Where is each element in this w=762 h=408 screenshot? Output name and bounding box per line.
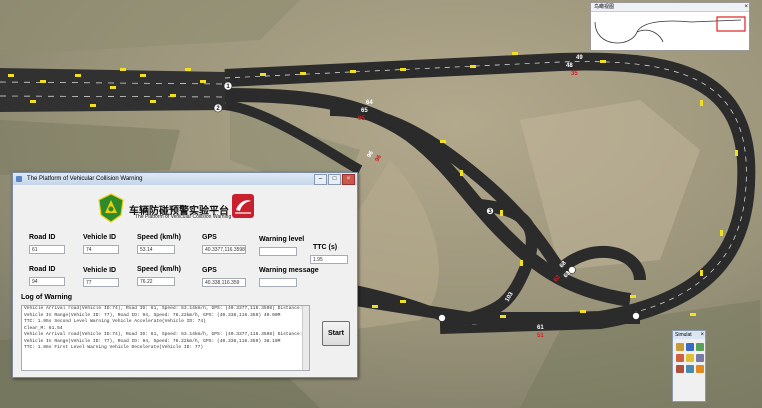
warning-level-field[interactable]: [259, 247, 297, 256]
road-label: 64: [366, 100, 373, 106]
speed-label-2: Speed (km/h): [137, 266, 181, 273]
road-label-red: 35: [571, 71, 578, 77]
collision-warning-dialog[interactable]: The Platform of Vehicular Collision Warn…: [12, 172, 358, 378]
gps-field-2[interactable]: 40.338,116.359: [202, 278, 246, 287]
ttc-field[interactable]: 1.95: [310, 255, 348, 264]
minimap-title: 鸟瞰视图: [594, 4, 615, 10]
road-id-label-2: Road ID: [29, 266, 56, 273]
dialog-title: The Platform of Vehicular Collision Warn…: [27, 176, 143, 182]
log-line: Vehicle Arrival road(Vehicle ID:74), Roa…: [24, 306, 310, 311]
warning-level-label: Warning level: [259, 236, 305, 243]
warning-message-field[interactable]: [259, 278, 297, 287]
gps-label-1: GPS: [202, 234, 217, 241]
speed-field-1[interactable]: 53.14: [137, 245, 175, 254]
road-label-red: 51: [537, 333, 544, 339]
minimap-window[interactable]: 鸟瞰视图 ×: [590, 2, 750, 51]
car-tool-icon[interactable]: [676, 343, 684, 351]
highway: [0, 68, 225, 112]
dialog-titlebar[interactable]: The Platform of Vehicular Collision Warn…: [13, 173, 357, 185]
minimap-viewport[interactable]: [716, 16, 746, 32]
speed-field-2[interactable]: 76.22: [137, 277, 175, 286]
gps-field-1[interactable]: 40.3377,116.3598: [202, 245, 246, 254]
camera-tool-icon[interactable]: [686, 365, 694, 373]
platform-title-en: The Platform of Vehicular Collision Warn…: [135, 214, 232, 220]
minimap-canvas[interactable]: [591, 12, 747, 50]
log-textbox[interactable]: Vehicle Arrival road(Vehicle ID:74), Roa…: [21, 305, 310, 371]
ttc-label: TTC (s): [313, 244, 338, 251]
minimap-close-button[interactable]: ×: [744, 3, 748, 11]
map-tool-icon[interactable]: [696, 354, 704, 362]
road-label-red: 95: [358, 116, 365, 122]
minimize-button[interactable]: –: [314, 174, 327, 185]
university-logo-icon: [232, 194, 254, 218]
vehicle-id-label-2: Vehicle ID: [83, 267, 117, 274]
vehicle-id-field-1[interactable]: 74: [83, 245, 119, 254]
simulator-toolbox[interactable]: Simulat ×: [672, 330, 706, 402]
road-id-label-1: Road ID: [29, 234, 56, 241]
truck-tool-icon[interactable]: [676, 365, 684, 373]
maximize-button[interactable]: □: [328, 174, 341, 185]
simulator-titlebar[interactable]: Simulat ×: [673, 331, 705, 339]
road-tool-icon[interactable]: [686, 343, 694, 351]
simulator-title: Simulat: [675, 332, 692, 338]
settings-tool-icon[interactable]: [696, 343, 704, 351]
road-id-field-2[interactable]: 94: [29, 277, 65, 286]
road-label: 48: [566, 63, 573, 69]
warning-message-label: Warning message: [259, 267, 319, 274]
shield-logo-icon: [98, 193, 124, 223]
road-label: 65: [361, 108, 368, 114]
record-tool-icon[interactable]: [676, 354, 684, 362]
gps-label-2: GPS: [202, 267, 217, 274]
start-button[interactable]: Start: [322, 321, 350, 346]
simulator-close-button[interactable]: ×: [700, 331, 704, 339]
alert-tool-icon[interactable]: [696, 365, 704, 373]
minimap-titlebar[interactable]: 鸟瞰视图 ×: [591, 3, 749, 12]
sign-tool-icon[interactable]: [686, 354, 694, 362]
log-line: Vehicle Arrival road(Vehicle ID:74), Roa…: [24, 332, 310, 337]
close-button[interactable]: ×: [342, 174, 355, 185]
vehicle-id-field-2[interactable]: 77: [83, 278, 119, 287]
log-label: Log of Warning: [21, 294, 73, 301]
app-icon: [16, 176, 22, 182]
log-scrollbar[interactable]: [302, 306, 309, 370]
road-label: 61: [537, 325, 544, 331]
road-id-field-1[interactable]: 61: [29, 245, 65, 254]
road-label: 49: [576, 55, 583, 61]
vehicle-id-label-1: Vehicle ID: [83, 234, 117, 241]
speed-label-1: Speed (km/h): [137, 234, 181, 241]
log-line: TTC: 1.86s First Level Warning Vehicle D…: [24, 345, 204, 350]
